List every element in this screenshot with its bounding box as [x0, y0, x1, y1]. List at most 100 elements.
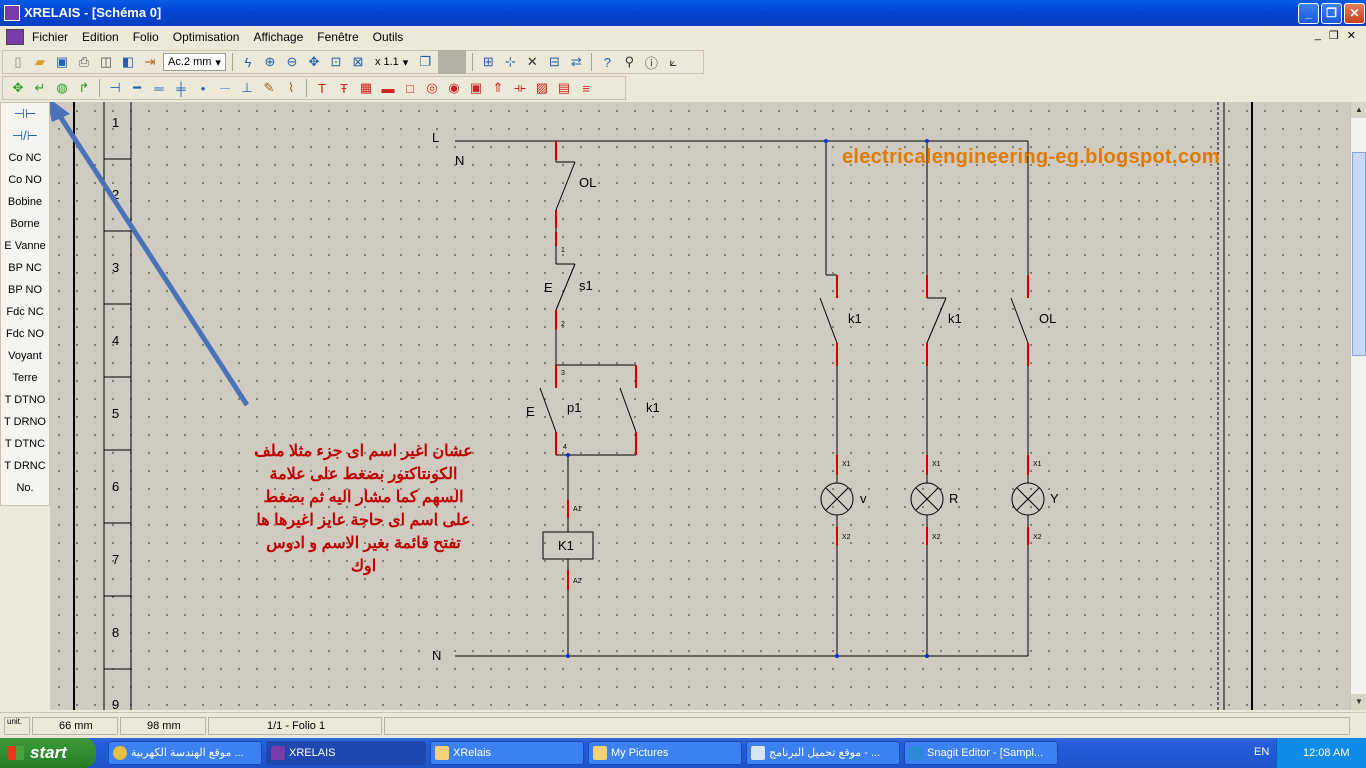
- properties-icon[interactable]: ◧: [119, 53, 137, 71]
- print-preview-icon[interactable]: ◫: [97, 53, 115, 71]
- contact-no-symbol-icon[interactable]: ⊣/⊢: [1, 125, 49, 147]
- contact-nc-symbol-icon[interactable]: ⊣⊢: [1, 103, 49, 125]
- menu-edition[interactable]: Edition: [82, 30, 126, 44]
- palette-item[interactable]: Co NO: [1, 169, 49, 191]
- lamp-v-label[interactable]: v: [860, 491, 867, 506]
- menu-fichier[interactable]: Fichier: [32, 30, 75, 44]
- renumber-icon[interactable]: ⊞: [479, 53, 497, 71]
- zoom-out-icon[interactable]: ⊖: [283, 53, 301, 71]
- palette-item[interactable]: Fdc NC: [1, 301, 49, 323]
- info-icon[interactable]: ⓘ: [642, 53, 660, 71]
- s1-label[interactable]: s1: [579, 278, 593, 293]
- numbered-wire-icon[interactable]: ⏤: [216, 79, 234, 97]
- palette-item[interactable]: Bobine: [1, 191, 49, 213]
- close-button[interactable]: ✕: [1344, 3, 1365, 24]
- move-icon[interactable]: ✥: [9, 79, 27, 97]
- search-icon[interactable]: ⚲: [620, 53, 638, 71]
- palette-item[interactable]: T DTNO: [1, 389, 49, 411]
- estop-label[interactable]: E: [544, 280, 553, 295]
- taskbar-item-browser[interactable]: موقع الهندسة الكهربية ...: [108, 741, 262, 765]
- start-button[interactable]: start: [0, 738, 96, 768]
- lamp-r-label[interactable]: R: [949, 491, 958, 506]
- dimension-icon[interactable]: ⟛: [511, 79, 529, 97]
- language-indicator[interactable]: EN: [1254, 746, 1269, 758]
- palette-item[interactable]: Voyant: [1, 345, 49, 367]
- k1-power-label[interactable]: k1: [948, 311, 962, 326]
- arrow-icon[interactable]: ⇑: [489, 79, 507, 97]
- text-icon[interactable]: T: [313, 79, 331, 97]
- lightning-icon[interactable]: ϟ: [239, 53, 257, 71]
- image-icon[interactable]: ▨: [533, 79, 551, 97]
- restore-button[interactable]: ❐: [1321, 3, 1342, 24]
- print-icon[interactable]: ⎙: [75, 53, 93, 71]
- scroll-up-icon[interactable]: ▲: [1351, 102, 1366, 118]
- save-icon[interactable]: ▣: [53, 53, 71, 71]
- zoom-window-icon[interactable]: ⊡: [327, 53, 345, 71]
- exit-icon[interactable]: ⇥: [141, 53, 159, 71]
- palette-item[interactable]: E Vanne: [1, 235, 49, 257]
- ol-power-label[interactable]: OL: [1039, 311, 1056, 326]
- terminal-icon[interactable]: ⊥: [238, 79, 256, 97]
- palette-item[interactable]: T DTNC: [1, 433, 49, 455]
- palette-item[interactable]: Terre: [1, 367, 49, 389]
- library-icon[interactable]: ◍: [53, 79, 71, 97]
- export-icon[interactable]: ↱: [75, 79, 93, 97]
- scroll-down-icon[interactable]: ▼: [1351, 694, 1366, 710]
- rail-label-l[interactable]: L: [432, 130, 439, 145]
- e-label[interactable]: E: [526, 404, 535, 419]
- brush-icon[interactable]: ⌇: [282, 79, 300, 97]
- rename-arrow-icon[interactable]: ↵: [31, 79, 49, 97]
- text-frame-icon[interactable]: Ŧ: [335, 79, 353, 97]
- zoom-in-icon[interactable]: ⊕: [261, 53, 279, 71]
- drawing-canvas[interactable]: 1 2 3 4 5 6 7 8 9 L N N OL E s1 E p1 k1 …: [50, 102, 1350, 710]
- coil-label[interactable]: K1: [558, 538, 574, 553]
- new-file-icon[interactable]: ▯: [9, 53, 27, 71]
- rail-label-n-top[interactable]: N: [455, 153, 464, 168]
- minimize-button[interactable]: _: [1298, 3, 1319, 24]
- lamp-y-label[interactable]: Y: [1050, 491, 1059, 506]
- taskbar-item-folder[interactable]: XRelais: [430, 741, 584, 765]
- contact-icon[interactable]: ⊣: [106, 79, 124, 97]
- menu-fenetre[interactable]: Fenêtre: [317, 30, 365, 44]
- document-icon[interactable]: [6, 29, 24, 45]
- rail-label-n-bottom[interactable]: N: [432, 648, 441, 663]
- scroll-thumb[interactable]: [1352, 152, 1366, 356]
- help-icon[interactable]: ?: [598, 53, 616, 71]
- connect-icon[interactable]: ⊹: [501, 53, 519, 71]
- palette-item[interactable]: BP NC: [1, 257, 49, 279]
- palette-item[interactable]: T DRNO: [1, 411, 49, 433]
- cross-icon[interactable]: ✕: [523, 53, 541, 71]
- palette-item[interactable]: Co NC: [1, 147, 49, 169]
- clock[interactable]: 12:08 AM: [1303, 747, 1349, 759]
- taskbar-item-pictures[interactable]: My Pictures: [588, 741, 742, 765]
- note-icon[interactable]: ▤: [555, 79, 573, 97]
- vertical-scrollbar[interactable]: ▲ ▼: [1350, 102, 1366, 710]
- dot-icon[interactable]: •: [194, 79, 212, 97]
- palette-item[interactable]: T DRNC: [1, 455, 49, 477]
- palette-item[interactable]: Fdc NO: [1, 323, 49, 345]
- taskbar-item-download-site[interactable]: موقع تحميل البرنامج - ...: [746, 741, 900, 765]
- mdi-minimize-button[interactable]: _: [1315, 29, 1321, 42]
- open-folder-icon[interactable]: ▰: [31, 53, 49, 71]
- mdi-close-button[interactable]: ✕: [1347, 29, 1356, 42]
- zoom-all-icon[interactable]: ⊠: [349, 53, 367, 71]
- line-style-select[interactable]: Ac.2 mm ▾: [163, 53, 226, 71]
- list-icon[interactable]: ≡: [577, 79, 595, 97]
- menu-affichage[interactable]: Affichage: [253, 30, 310, 44]
- zoom-select[interactable]: x 1.1 ▾: [371, 53, 412, 71]
- palette-item[interactable]: Borne: [1, 213, 49, 235]
- palette-item[interactable]: BP NO: [1, 279, 49, 301]
- junction-icon[interactable]: ╪: [172, 79, 190, 97]
- fet-icon[interactable]: ▣: [467, 79, 485, 97]
- windows-icon[interactable]: ❐: [416, 53, 434, 71]
- unit-indicator[interactable]: unit.: [4, 717, 30, 735]
- xrelais-app-icon[interactable]: [4, 5, 20, 21]
- palette-item[interactable]: No.: [1, 477, 49, 499]
- pencil-icon[interactable]: ✎: [260, 79, 278, 97]
- overload-label[interactable]: OL: [579, 175, 596, 190]
- network-icon[interactable]: ⊟: [545, 53, 563, 71]
- ellipse-icon[interactable]: ◉: [445, 79, 463, 97]
- menu-optimisation[interactable]: Optimisation: [173, 30, 247, 44]
- menu-outils[interactable]: Outils: [373, 30, 411, 44]
- axis-icon[interactable]: ⟀: [664, 53, 682, 71]
